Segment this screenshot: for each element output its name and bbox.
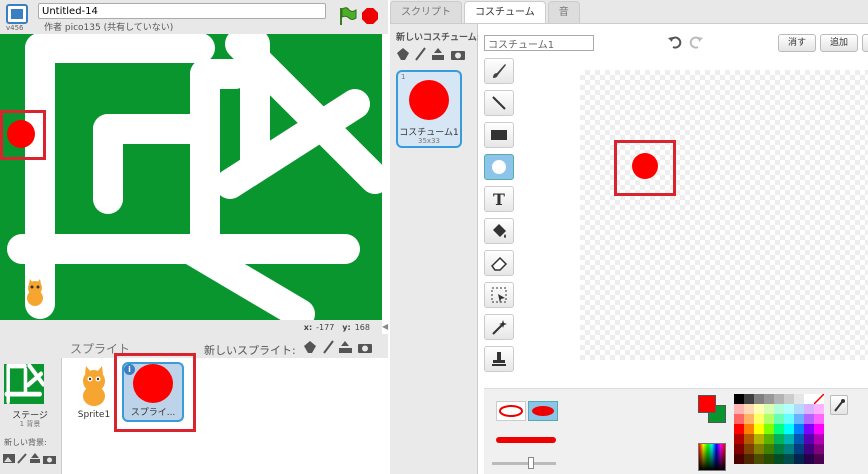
costume-index: 1 [401,73,406,81]
sprite-library-icon[interactable] [303,340,318,357]
stamp-tool[interactable] [484,346,514,372]
text-tool[interactable]: T [484,186,514,212]
stage-canvas[interactable] [0,34,382,320]
paint-new-backdrop-icon[interactable] [17,453,27,467]
stage-backdrop-count: 1 背景 [19,420,41,428]
backdrop-camera-icon[interactable] [43,453,56,467]
collapse-arrow-icon[interactable]: ◀ [382,322,388,331]
sprite-list: Sprite1 スプライ... i [62,353,388,474]
camera-icon[interactable] [357,340,373,357]
costume-thumbnail [409,80,449,120]
color-picker-gradient[interactable] [698,443,726,471]
red-circle-costume[interactable] [632,153,658,179]
undo-icon[interactable] [667,34,683,50]
paint-new-sprite-icon[interactable] [322,340,334,357]
fullscreen-icon[interactable] [6,4,28,24]
filled-mode-icon[interactable] [528,401,558,421]
version-label: v456 [6,24,24,32]
new-sprite-label: 新しいスプライト: [204,344,296,357]
brush-tool[interactable] [484,58,514,84]
y-label: y: [342,322,351,332]
stroke-width-preview [496,437,556,443]
new-costume-tools [396,47,466,64]
rectangle-tool[interactable] [484,122,514,148]
author-label: 作者 pico135 (共有していない) [44,23,174,33]
import-button[interactable] [862,34,868,52]
paint-options-panel [484,388,868,474]
new-backdrop-label: 新しい背景: [4,438,47,447]
mouse-coordinates: x: -177 y: 168 [0,320,382,334]
x-label: x: [303,322,313,332]
editor-tabs: スクリプト コスチューム 音 [390,0,868,24]
primary-color-swatch[interactable] [698,395,716,413]
size-slider-track[interactable] [492,462,556,465]
eyedropper-icon[interactable] [830,395,848,415]
sprite-highlight-box [114,353,196,432]
x-value: -177 [316,322,335,332]
backdrop-library-icon[interactable] [3,453,15,467]
tab-costumes[interactable]: コスチューム [464,1,546,23]
costume-camera-icon[interactable] [450,47,466,64]
green-flag-icon[interactable] [337,6,357,26]
select-tool[interactable] [484,282,514,308]
redo-icon[interactable] [688,34,704,50]
line-tool[interactable] [484,90,514,116]
upload-backdrop-icon[interactable] [29,453,41,467]
project-title-input[interactable] [38,3,326,19]
costume-library-icon[interactable] [396,47,410,64]
new-sprite-tools [303,340,373,357]
paint-canvas[interactable] [580,70,868,360]
tab-sounds[interactable]: 音 [547,1,580,23]
y-value: 168 [354,322,370,332]
cat-sprite[interactable] [22,278,48,308]
stage-thumbnail-column: ステージ 1 背景 新しい背景: [0,358,62,474]
ellipse-tool[interactable] [484,154,514,180]
color-palette[interactable] [734,394,824,474]
costume-size-label: 35x33 [418,137,440,145]
costume-name-input[interactable] [484,35,594,51]
paint-toolbar: T [484,58,518,378]
add-button[interactable]: 追加 [820,34,858,52]
tab-scripts[interactable]: スクリプト [390,1,462,23]
size-slider-handle[interactable] [528,457,534,469]
upload-costume-icon[interactable] [431,47,445,64]
sprite-name: Sprite1 [77,410,111,420]
paint-new-costume-icon[interactable] [415,47,426,64]
upload-sprite-icon[interactable] [338,340,353,357]
new-backdrop-tools [3,453,56,467]
eraser-tool[interactable] [484,250,514,276]
stage-thumbnail[interactable] [4,363,46,405]
red-circle-sprite[interactable] [7,120,35,148]
fill-tool[interactable] [484,218,514,244]
outline-mode-icon[interactable] [496,401,526,421]
costume-tile[interactable]: 1 コスチューム1 35x33 [396,70,462,148]
clear-button[interactable]: 消す [778,34,816,52]
magic-wand-tool[interactable] [484,314,514,340]
new-costume-label: 新しいコスチューム: [396,33,481,43]
